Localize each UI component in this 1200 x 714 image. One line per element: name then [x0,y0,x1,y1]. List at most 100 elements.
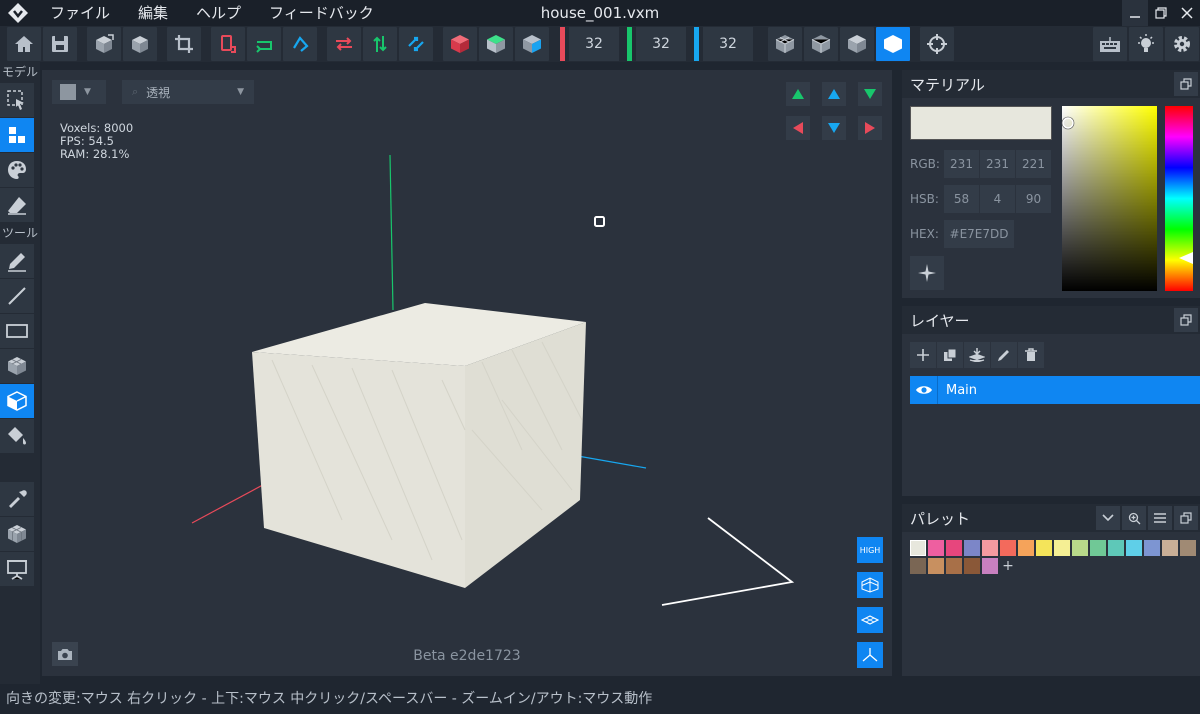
eraser-icon[interactable] [0,188,34,222]
nav-left-red-icon[interactable] [786,116,810,140]
quality-high-button[interactable]: HIGH [857,537,883,563]
presentation-icon[interactable] [0,552,34,586]
palette-swatch[interactable] [928,558,944,574]
chevron-down-icon[interactable] [1096,506,1120,530]
eyedropper-icon[interactable] [0,482,34,516]
flip-y-icon[interactable] [247,27,281,61]
rgb-r-input[interactable]: 231 [944,150,979,178]
palette-swatch[interactable] [910,558,926,574]
grid-view-icon[interactable] [857,572,883,598]
shaded-cube-icon[interactable] [840,27,874,61]
line-tool-icon[interactable] [0,279,34,313]
dim-x-input[interactable]: 32 [569,27,619,61]
palette-swatch[interactable] [1072,540,1088,556]
flip-z-icon[interactable] [283,27,317,61]
select-tool-icon[interactable] [0,83,34,117]
rectangle-tool-icon[interactable] [0,314,34,348]
menu-edit[interactable]: 編集 [124,0,182,26]
nav-down-blue-icon[interactable] [822,116,846,140]
rename-layer-icon[interactable] [991,342,1017,368]
voxel-cube-icon[interactable] [0,517,34,551]
rgb-g-input[interactable]: 231 [980,150,1015,178]
extrude-tool-icon[interactable] [0,384,34,418]
nav-right-red-icon[interactable] [858,116,882,140]
zoom-in-icon[interactable] [1122,506,1146,530]
hue-slider[interactable] [1165,106,1193,291]
palette-swatch[interactable] [1162,540,1178,556]
dim-y-input[interactable]: 32 [636,27,686,61]
export-cube-icon[interactable] [123,27,157,61]
3d-viewport[interactable]: ▼ ⌕ 透視 ▼ Voxels: 8000 FPS: 54.5 RAM: 28.… [42,70,892,676]
view-mode-select[interactable]: ⌕ 透視 ▼ [122,80,254,104]
palette-swatch[interactable] [982,540,998,556]
dim-z-input[interactable]: 32 [703,27,753,61]
hex-input[interactable]: #E7E7DD [944,220,1014,248]
palette-swatch[interactable] [1144,540,1160,556]
palette-swatch[interactable] [1180,540,1196,556]
palette-swatch[interactable] [982,558,998,574]
crop-icon[interactable] [167,27,201,61]
home-icon[interactable] [7,27,41,61]
palette-swatch[interactable] [928,540,944,556]
palette-swatch[interactable] [910,540,926,556]
saturation-value-picker[interactable] [1061,106,1157,291]
palette-swatch[interactable] [1108,540,1124,556]
color-display-dropdown[interactable]: ▼ [52,80,106,104]
palette-swatch[interactable] [1054,540,1070,556]
sparkle-icon[interactable] [910,256,944,290]
scene-canvas[interactable] [42,70,892,676]
menu-icon[interactable] [1148,506,1172,530]
rotate-z-icon[interactable] [399,27,433,61]
visibility-eye-icon[interactable] [910,376,938,404]
hsb-h-input[interactable]: 58 [944,185,979,213]
box-tool-icon[interactable] [0,349,34,383]
red-cube-icon[interactable] [443,27,477,61]
palette-swatch[interactable] [964,558,980,574]
menu-file[interactable]: ファイル [36,0,124,26]
restore-button[interactable] [1148,0,1174,26]
undock-icon[interactable] [1174,506,1198,530]
pencil-icon[interactable] [0,244,34,278]
flip-x-icon[interactable] [211,27,245,61]
palette-swatch[interactable] [946,558,962,574]
palette-swatch[interactable] [1018,540,1034,556]
undock-icon[interactable] [1174,308,1198,332]
paint-bucket-icon[interactable] [0,419,34,453]
grid-cube-icon[interactable] [804,27,838,61]
duplicate-layer-icon[interactable] [937,342,963,368]
settings-gear-icon[interactable] [1165,27,1199,61]
delete-layer-icon[interactable] [1018,342,1044,368]
close-button[interactable] [1174,0,1200,26]
save-icon[interactable] [43,27,77,61]
hsb-b-input[interactable]: 90 [1016,185,1051,213]
rgb-b-input[interactable]: 221 [1016,150,1051,178]
palette-swatch[interactable] [964,540,980,556]
nav-up-green-icon[interactable] [786,82,810,106]
wireframe-cube-icon[interactable] [768,27,802,61]
solid-cube-icon[interactable] [876,27,910,61]
nav-up-blue-icon[interactable] [822,82,846,106]
hsb-s-input[interactable]: 4 [980,185,1015,213]
rotate-x-icon[interactable] [327,27,361,61]
palette-swatch[interactable] [1000,540,1016,556]
merge-layer-icon[interactable] [964,342,990,368]
palette-swatch[interactable] [1090,540,1106,556]
palette-swatch[interactable] [1126,540,1142,556]
menu-help[interactable]: ヘルプ [182,0,255,26]
keyboard-icon[interactable] [1093,27,1127,61]
ground-plane-icon[interactable] [857,607,883,633]
undock-icon[interactable] [1174,72,1198,96]
import-cube-icon[interactable] [87,27,121,61]
add-layer-icon[interactable] [910,342,936,368]
paint-palette-icon[interactable] [0,153,34,187]
menu-feedback[interactable]: フィードバック [255,0,388,26]
palette-swatch[interactable] [946,540,962,556]
layer-row[interactable]: Main [910,376,1200,404]
add-color-icon[interactable]: + [1000,558,1016,574]
voxel-mode-icon[interactable] [0,118,34,152]
blue-cube-icon[interactable] [515,27,549,61]
crosshair-icon[interactable] [920,27,954,61]
rotate-y-icon[interactable] [363,27,397,61]
nav-down-green-icon[interactable] [858,82,882,106]
green-cube-icon[interactable] [479,27,513,61]
